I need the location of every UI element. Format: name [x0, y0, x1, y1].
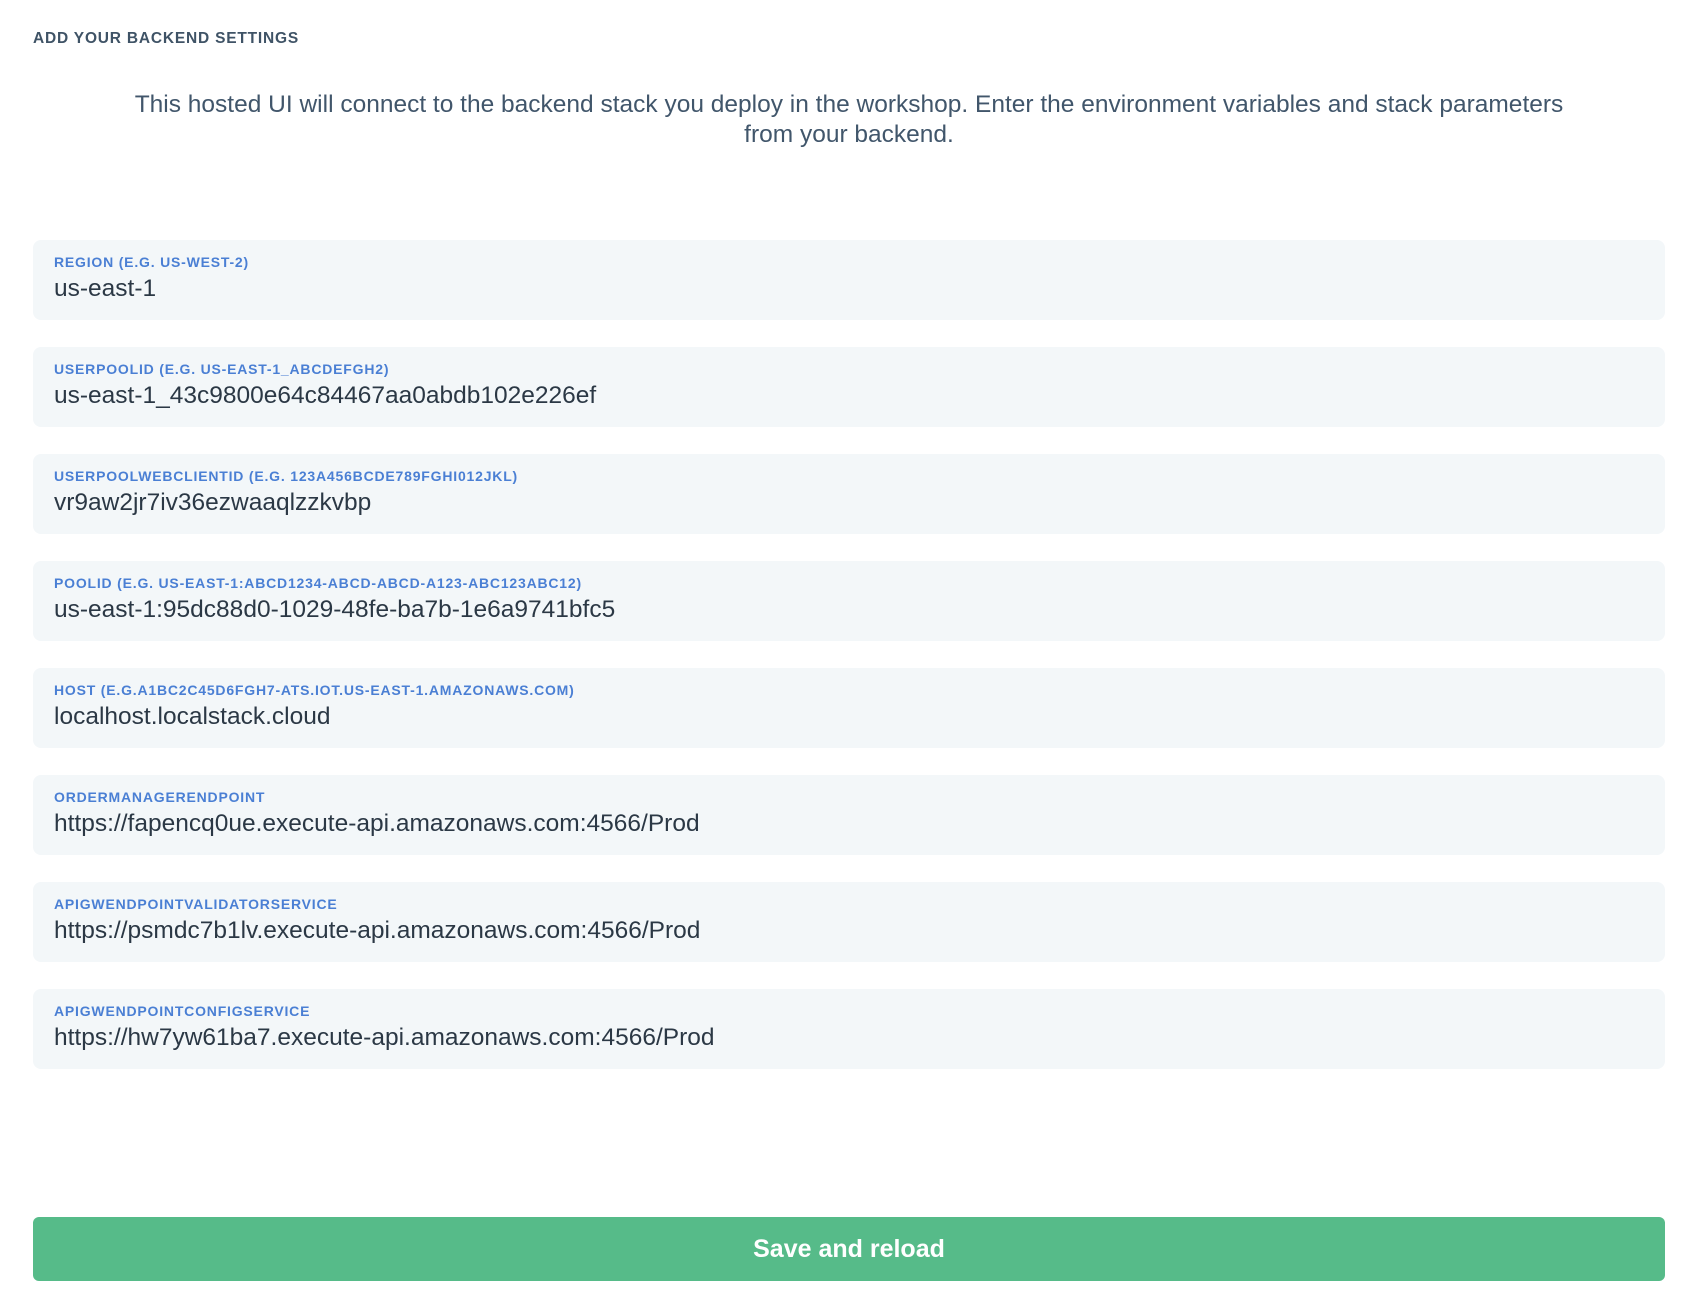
field-userpoolid-input[interactable] [54, 380, 1644, 412]
field-userpoolid: USERPOOLID (E.G. US-EAST-1_ABCDEFGH2) [33, 347, 1665, 427]
field-userpoolwebclientid-input[interactable] [54, 487, 1644, 519]
field-userpoolwebclientid: USERPOOLWEBCLIENTID (E.G. 123A456BCDE789… [33, 454, 1665, 534]
field-poolid-input[interactable] [54, 594, 1644, 626]
backend-settings-page: ADD YOUR BACKEND SETTINGS This hosted UI… [0, 0, 1698, 1304]
field-apigwendpointconfigservice-input[interactable] [54, 1022, 1644, 1054]
field-userpoolwebclientid-label: USERPOOLWEBCLIENTID (E.G. 123A456BCDE789… [54, 467, 1644, 485]
save-and-reload-button[interactable]: Save and reload [33, 1217, 1665, 1281]
field-userpoolid-label: USERPOOLID (E.G. US-EAST-1_ABCDEFGH2) [54, 360, 1644, 378]
field-region-label: REGION (E.G. US-WEST-2) [54, 253, 1644, 271]
field-apigwendpointconfigservice-label: APIGWENDPOINTCONFIGSERVICE [54, 1002, 1644, 1020]
field-ordermanagerendpoint-input[interactable] [54, 808, 1644, 840]
field-ordermanagerendpoint: ORDERMANAGERENDPOINT [33, 775, 1665, 855]
field-apigwendpointvalidatorservice-input[interactable] [54, 915, 1644, 947]
page-title: ADD YOUR BACKEND SETTINGS [33, 30, 1665, 48]
settings-form: REGION (E.G. US-WEST-2) USERPOOLID (E.G.… [33, 240, 1665, 1069]
field-host: HOST (E.G.A1BC2C45D6FGH7-ATS.IOT.US-EAST… [33, 668, 1665, 748]
field-host-input[interactable] [54, 701, 1644, 733]
field-ordermanagerendpoint-label: ORDERMANAGERENDPOINT [54, 788, 1644, 806]
field-poolid: POOLID (E.G. US-EAST-1:ABCD1234-ABCD-ABC… [33, 561, 1665, 641]
field-apigwendpointvalidatorservice: APIGWENDPOINTVALIDATORSERVICE [33, 882, 1665, 962]
field-region: REGION (E.G. US-WEST-2) [33, 240, 1665, 320]
field-apigwendpointvalidatorservice-label: APIGWENDPOINTVALIDATORSERVICE [54, 895, 1644, 913]
field-host-label: HOST (E.G.A1BC2C45D6FGH7-ATS.IOT.US-EAST… [54, 681, 1644, 699]
field-poolid-label: POOLID (E.G. US-EAST-1:ABCD1234-ABCD-ABC… [54, 574, 1644, 592]
field-region-input[interactable] [54, 273, 1644, 305]
page-description: This hosted UI will connect to the backe… [109, 90, 1589, 150]
field-apigwendpointconfigservice: APIGWENDPOINTCONFIGSERVICE [33, 989, 1665, 1069]
